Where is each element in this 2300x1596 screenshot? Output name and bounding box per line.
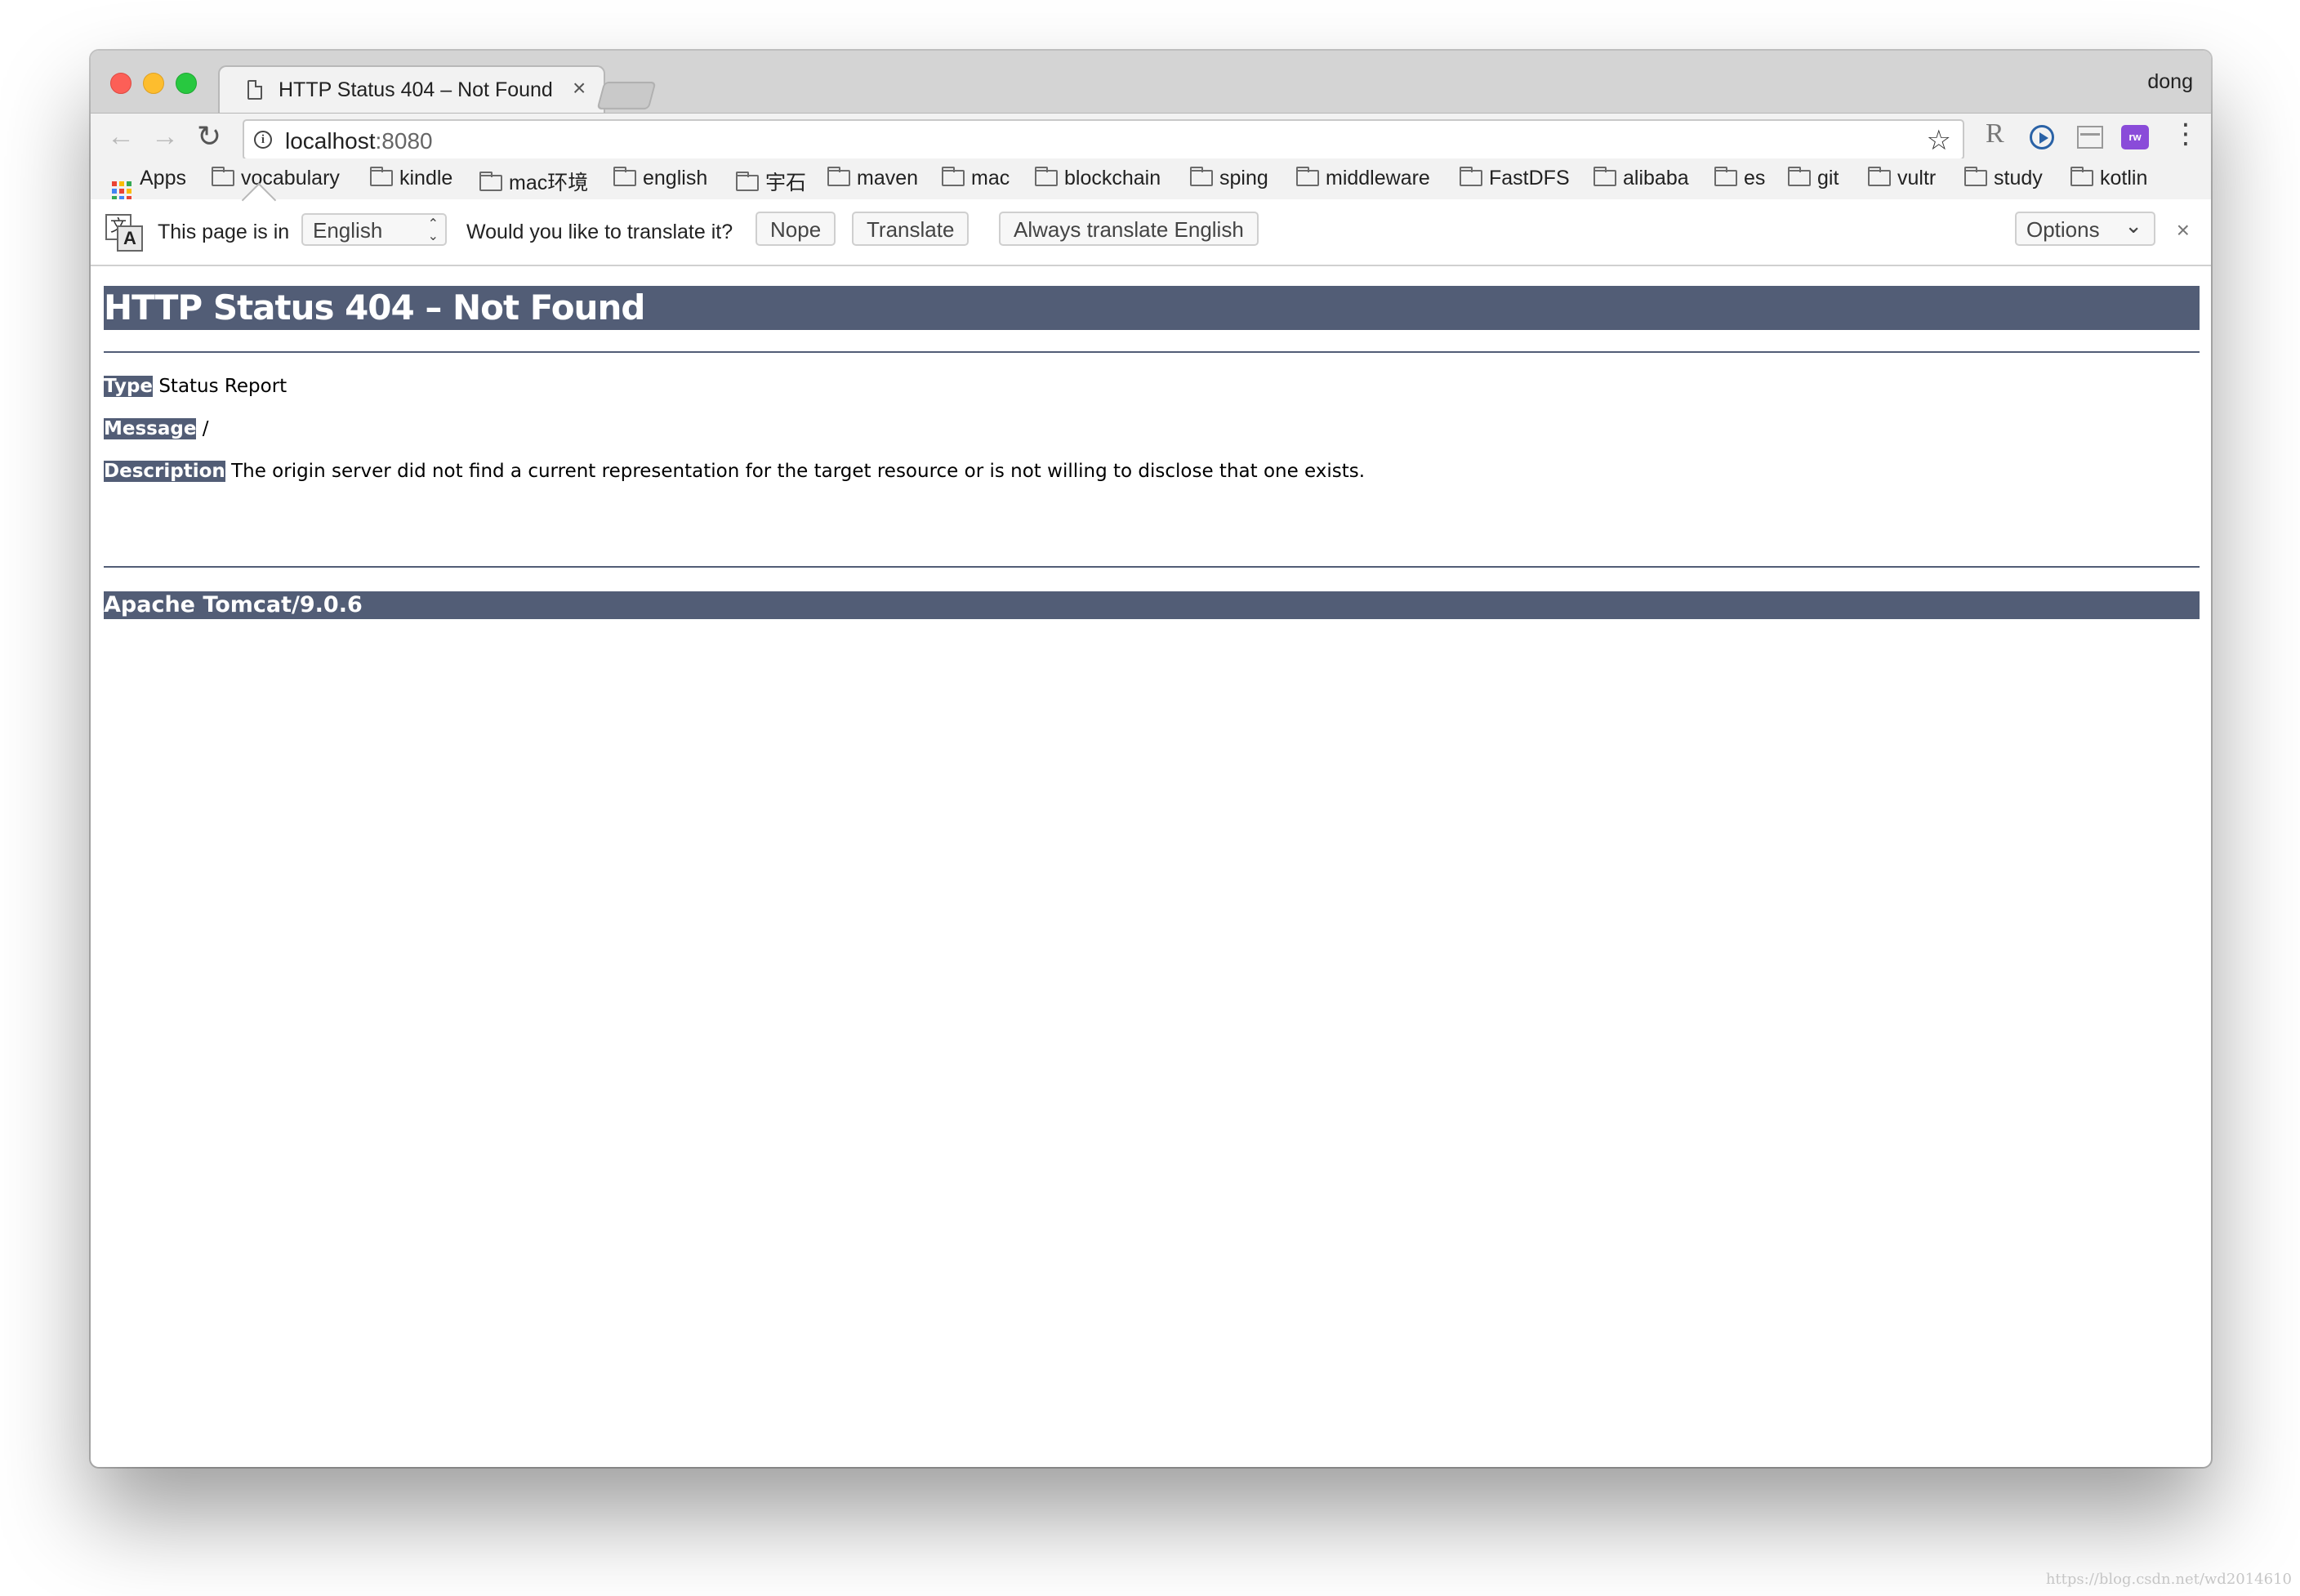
folder-icon bbox=[827, 167, 850, 186]
folder-icon bbox=[1460, 167, 1482, 186]
bookmark-folder[interactable]: middleware bbox=[1296, 167, 1430, 190]
translate-prefix: This page is in bbox=[158, 221, 290, 243]
extension-puzzle-icon[interactable]: rw bbox=[2121, 125, 2149, 149]
forward-button[interactable]: → bbox=[151, 120, 179, 153]
bookmark-folder[interactable]: blockchain bbox=[1035, 167, 1161, 190]
bookmark-folder[interactable]: maven bbox=[827, 167, 918, 190]
tab-title: HTTP Status 404 – Not Found bbox=[279, 78, 553, 101]
type-value: Status Report bbox=[153, 376, 288, 397]
bookmark-folder[interactable]: english bbox=[613, 167, 707, 190]
tab-strip: HTTP Status 404 – Not Found × dong bbox=[91, 51, 2211, 116]
bookmark-star-icon[interactable]: ☆ bbox=[1927, 124, 1951, 157]
description-line: Description The origin server did not fi… bbox=[104, 461, 1365, 482]
zoom-window-button[interactable] bbox=[176, 73, 197, 94]
translate-icon: 文 A bbox=[105, 214, 143, 252]
toolbar: ← → ↻ i localhost:8080 ☆ R rw ⋮ bbox=[91, 113, 2211, 160]
divider bbox=[104, 351, 2200, 353]
reload-button[interactable]: ↻ bbox=[197, 120, 221, 153]
bookmark-folder[interactable]: mac环境 bbox=[479, 167, 588, 196]
extension-play-icon[interactable] bbox=[2030, 125, 2054, 149]
bookmark-folder[interactable]: kotlin bbox=[2070, 167, 2147, 190]
folder-icon bbox=[942, 167, 965, 186]
translate-bar: 文 A This page is in English ⌃⌄ Would you… bbox=[91, 199, 2211, 266]
folder-icon bbox=[212, 167, 234, 186]
browser-menu-icon[interactable]: ⋮ bbox=[2172, 120, 2200, 148]
bookmark-folder[interactable]: es bbox=[1714, 167, 1765, 190]
type-label: Type bbox=[104, 376, 154, 397]
watermark: https://blog.csdn.net/wd2014610 bbox=[2045, 1571, 2292, 1588]
bookmark-folder[interactable]: sping bbox=[1190, 167, 1268, 190]
server-version: Apache Tomcat/9.0.6 bbox=[104, 591, 2200, 619]
profile-name[interactable]: dong bbox=[2147, 70, 2193, 94]
bookmarks-bar: Apps vocabulary kindle mac环境 english 宇石 … bbox=[91, 158, 2211, 201]
bookmark-folder[interactable]: mac bbox=[942, 167, 1010, 190]
browser-window: HTTP Status 404 – Not Found × dong ← → ↻… bbox=[91, 51, 2211, 1467]
folder-icon bbox=[613, 167, 636, 186]
back-button[interactable]: ← bbox=[107, 120, 135, 153]
chevron-down-icon: ⌄ bbox=[2124, 213, 2142, 238]
description-value: The origin server did not find a current… bbox=[225, 461, 1366, 482]
apps-grid-icon bbox=[112, 181, 131, 201]
always-translate-button[interactable]: Always translate English bbox=[999, 212, 1259, 246]
bookmark-folder[interactable]: alibaba bbox=[1594, 167, 1689, 190]
site-info-icon[interactable]: i bbox=[254, 131, 272, 149]
language-select[interactable]: English ⌃ ⌄ bbox=[301, 213, 447, 246]
folder-icon bbox=[370, 167, 393, 186]
nope-button[interactable]: Nope bbox=[756, 212, 836, 246]
minimize-window-button[interactable] bbox=[143, 73, 164, 94]
folder-icon bbox=[479, 172, 502, 191]
bookmark-folder[interactable]: 宇石 bbox=[736, 167, 806, 196]
select-arrows-icon: ⌃ ⌄ bbox=[427, 217, 439, 243]
folder-icon bbox=[1035, 167, 1058, 186]
address-bar[interactable]: i localhost:8080 ☆ bbox=[243, 119, 1964, 160]
folder-icon bbox=[1964, 167, 1987, 186]
document-icon bbox=[247, 80, 262, 100]
folder-icon bbox=[736, 172, 759, 191]
tab-active[interactable]: HTTP Status 404 – Not Found × bbox=[218, 65, 605, 116]
new-tab-button[interactable] bbox=[596, 82, 657, 109]
bookmark-apps[interactable]: Apps bbox=[112, 167, 186, 201]
message-line: Message / bbox=[104, 418, 209, 439]
page-title: HTTP Status 404 – Not Found bbox=[104, 286, 2200, 330]
folder-icon bbox=[1594, 167, 1616, 186]
url-host: localhost bbox=[285, 128, 376, 154]
folder-icon bbox=[1714, 167, 1737, 186]
translate-question: Would you like to translate it? bbox=[466, 221, 733, 243]
folder-icon bbox=[1868, 167, 1891, 186]
message-label: Message bbox=[104, 418, 197, 439]
message-value: / bbox=[196, 418, 209, 439]
bookmark-folder[interactable]: git bbox=[1788, 167, 1839, 190]
extension-r-icon[interactable]: R bbox=[1986, 120, 2004, 148]
tab-close-icon[interactable]: × bbox=[573, 75, 586, 101]
type-line: Type Status Report bbox=[104, 376, 287, 397]
options-dropdown[interactable]: Options ⌄ bbox=[2015, 212, 2155, 246]
extension-window-icon[interactable] bbox=[2077, 126, 2103, 149]
url-port: :8080 bbox=[375, 128, 433, 154]
close-window-button[interactable] bbox=[110, 73, 131, 94]
bookmark-folder[interactable]: FastDFS bbox=[1460, 167, 1570, 190]
translate-button[interactable]: Translate bbox=[852, 212, 969, 246]
folder-icon bbox=[1788, 167, 1811, 186]
close-translate-icon[interactable]: × bbox=[2177, 217, 2190, 243]
folder-icon bbox=[1296, 167, 1319, 186]
folder-icon bbox=[1190, 167, 1213, 186]
bookmark-folder[interactable]: study bbox=[1964, 167, 2043, 190]
bookmark-folder[interactable]: vocabulary bbox=[212, 167, 340, 190]
folder-icon bbox=[2070, 167, 2093, 186]
description-label: Description bbox=[104, 461, 225, 482]
bookmark-folder[interactable]: kindle bbox=[370, 167, 452, 190]
divider bbox=[104, 566, 2200, 568]
bookmark-folder[interactable]: vultr bbox=[1868, 167, 1936, 190]
url-text[interactable]: localhost:8080 bbox=[285, 128, 433, 154]
